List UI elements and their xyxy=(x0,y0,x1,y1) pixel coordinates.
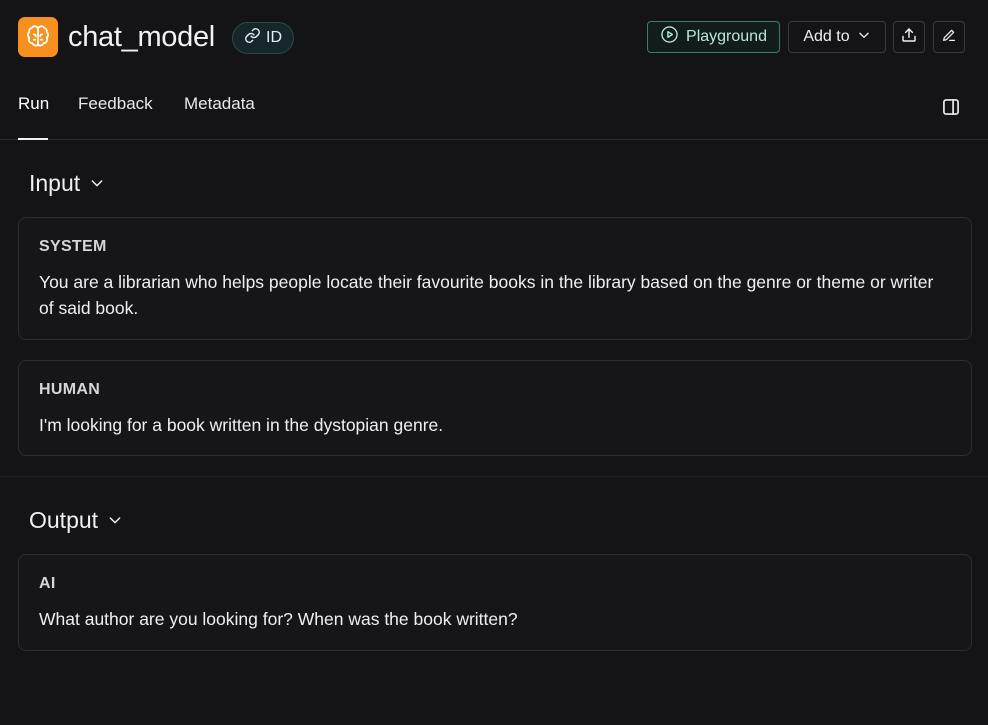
message-text: I'm looking for a book written in the dy… xyxy=(39,415,444,435)
share-button[interactable] xyxy=(893,21,925,53)
message-card-human: HUMAN I'm looking for a book written in … xyxy=(18,360,972,456)
message-role: SYSTEM xyxy=(39,238,107,255)
play-circle-icon xyxy=(660,25,679,49)
run-header: chat_model ID Playground Add to xyxy=(0,0,988,76)
add-to-button[interactable]: Add to xyxy=(788,21,886,53)
tab-run[interactable]: Run xyxy=(18,94,49,140)
input-heading: Input xyxy=(29,170,81,196)
pencil-icon xyxy=(941,27,957,48)
message-card-ai: AI What author are you looking for? When… xyxy=(18,554,972,651)
add-to-label: Add to xyxy=(803,28,850,45)
tab-feedback[interactable]: Feedback xyxy=(78,94,153,140)
playground-button[interactable]: Playground xyxy=(647,21,780,53)
input-section-toggle[interactable]: Input xyxy=(29,170,105,197)
page-title: chat_model xyxy=(68,21,215,53)
id-badge[interactable]: ID xyxy=(232,22,294,54)
link-icon xyxy=(244,27,261,49)
message-text: What author are you looking for? When wa… xyxy=(39,609,518,629)
section-divider xyxy=(0,476,988,477)
output-section-toggle[interactable]: Output xyxy=(29,507,123,534)
chevron-down-icon xyxy=(89,170,105,197)
message-text: You are a librarian who helps people loc… xyxy=(39,272,934,318)
chevron-down-icon xyxy=(107,507,123,534)
tab-metadata[interactable]: Metadata xyxy=(184,94,255,140)
playground-label: Playground xyxy=(686,28,767,45)
upload-icon xyxy=(900,26,918,49)
chevron-down-icon xyxy=(857,28,871,47)
sidebar-panel-icon[interactable] xyxy=(941,97,961,117)
output-heading: Output xyxy=(29,507,99,533)
message-role: AI xyxy=(39,575,56,592)
message-card-system: SYSTEM You are a librarian who helps peo… xyxy=(18,217,972,340)
message-role: HUMAN xyxy=(39,381,101,398)
id-badge-label: ID xyxy=(266,29,282,46)
run-tabs: Run Feedback Metadata xyxy=(0,76,988,140)
edit-button[interactable] xyxy=(933,21,965,53)
brain-icon xyxy=(18,17,58,57)
